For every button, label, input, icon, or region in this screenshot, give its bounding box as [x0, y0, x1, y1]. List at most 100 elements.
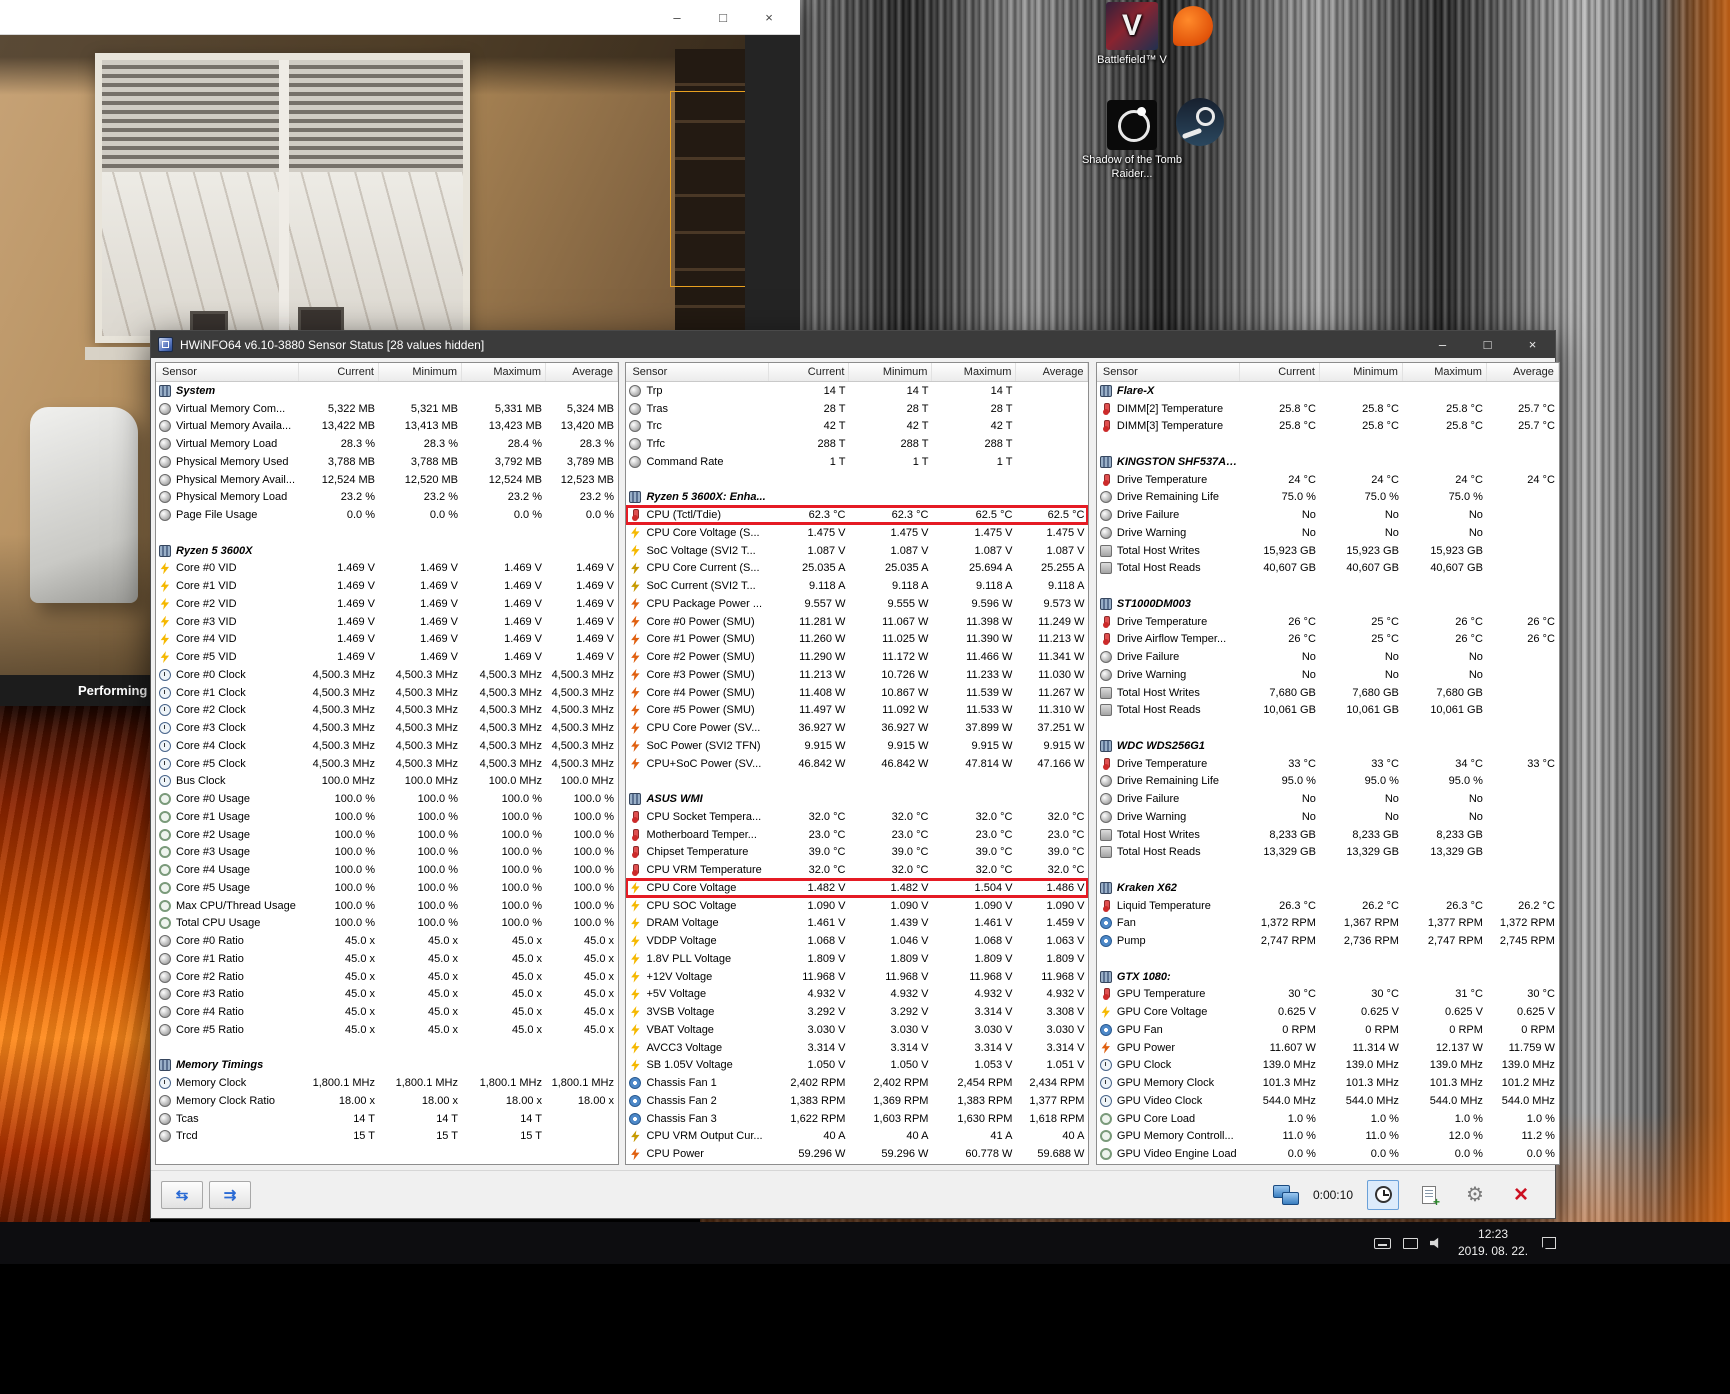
sensor-row[interactable]: Trcd 15 T 15 T 15 T: [156, 1128, 618, 1146]
column-header[interactable]: Sensor: [626, 363, 770, 381]
sensor-row[interactable]: Core #5 Clock 4,500.3 MHz 4,500.3 MHz 4,500…: [156, 755, 618, 773]
sensor-row[interactable]: Core #0 Usage 100.0 % 100.0 % 100.0 % 100.0 …: [156, 790, 618, 808]
sensor-row[interactable]: Core #1 Ratio 45.0 x 45.0 x 45.0 x 45.0 x: [156, 950, 618, 968]
sensor-row[interactable]: Virtual Memory Com... 5,322 MB 5,321 MB 5,3…: [156, 400, 618, 418]
sensor-row[interactable]: Core #5 Power (SMU) 11.497 W 11.092 W 11.53…: [626, 702, 1088, 720]
sensor-row[interactable]: Core #5 Usage 100.0 % 100.0 % 100.0 % 100.0 …: [156, 879, 618, 897]
sensor-row[interactable]: Total Host Writes 8,233 GB 8,233 GB 8,233 G…: [1097, 826, 1559, 844]
sensor-row[interactable]: Drive Temperature 26 °C 25 °C 26 °C 26 °C: [1097, 613, 1559, 631]
sensor-row[interactable]: GPU Fan 0 RPM 0 RPM 0 RPM 0 RPM: [1097, 1021, 1559, 1039]
sensor-row[interactable]: Virtual Memory Load 28.3 % 28.3 % 28.4 % 28.…: [156, 435, 618, 453]
sensor-row[interactable]: Command Rate 1 T 1 T 1 T: [626, 453, 1088, 471]
sensor-row[interactable]: Max CPU/Thread Usage 100.0 % 100.0 % 100.0 …: [156, 897, 618, 915]
sensor-row[interactable]: Drive Temperature 24 °C 24 °C 24 °C 24 °C: [1097, 471, 1559, 489]
sensor-row[interactable]: VDDP Voltage 1.068 V 1.046 V 1.068 V 1.063 V: [626, 932, 1088, 950]
sensor-row[interactable]: Core #5 VID 1.469 V 1.469 V 1.469 V 1.469 V: [156, 648, 618, 666]
sensor-row[interactable]: Core #2 Usage 100.0 % 100.0 % 100.0 % 100.0 …: [156, 826, 618, 844]
column-header[interactable]: Maximum: [932, 363, 1017, 381]
sensor-row[interactable]: Core #4 Usage 100.0 % 100.0 % 100.0 % 100.0 …: [156, 861, 618, 879]
column-header[interactable]: Minimum: [1320, 363, 1403, 381]
sensor-row[interactable]: DIMM[3] Temperature 25.8 °C 25.8 °C 25.8 °C…: [1097, 418, 1559, 436]
sensor-group-row[interactable]: Ryzen 5 3600X: [156, 542, 618, 560]
sensor-row[interactable]: Memory Clock Ratio 18.00 x 18.00 x 18.00 x 1…: [156, 1092, 618, 1110]
sensor-row[interactable]: SoC Power (SVI2 TFN) 9.915 W 9.915 W 9.915 …: [626, 737, 1088, 755]
column-header[interactable]: Minimum: [379, 363, 462, 381]
sensor-row[interactable]: Core #5 Ratio 45.0 x 45.0 x 45.0 x 45.0 x: [156, 1021, 618, 1039]
settings-button[interactable]: ⚙: [1459, 1180, 1491, 1210]
column-header[interactable]: Sensor: [1097, 363, 1240, 381]
column-header[interactable]: Maximum: [1403, 363, 1487, 381]
sensor-row[interactable]: Drive Failure No No No: [1097, 648, 1559, 666]
sensor-row[interactable]: Core #4 VID 1.469 V 1.469 V 1.469 V 1.469 V: [156, 631, 618, 649]
sensor-row[interactable]: Bus Clock 100.0 MHz 100.0 MHz 100.0 MHz 100.…: [156, 773, 618, 791]
taskbar-clock[interactable]: 12:23 2019. 08. 22.: [1458, 1226, 1528, 1261]
sensor-row[interactable]: Memory Clock 1,800.1 MHz 1,800.1 MHz 1,800.…: [156, 1074, 618, 1092]
sensor-row[interactable]: Drive Warning No No No: [1097, 808, 1559, 826]
sensor-row[interactable]: VBAT Voltage 3.030 V 3.030 V 3.030 V 3.030 V: [626, 1021, 1088, 1039]
sensor-row[interactable]: SB 1.05V Voltage 1.050 V 1.050 V 1.053 V 1.0…: [626, 1057, 1088, 1075]
sensor-row[interactable]: AVCC3 Voltage 3.314 V 3.314 V 3.314 V 3.314 …: [626, 1039, 1088, 1057]
sensor-row[interactable]: Physical Memory Used 3,788 MB 3,788 MB 3,79…: [156, 453, 618, 471]
sensor-row[interactable]: Motherboard Temper... 23.0 °C 23.0 °C 23.0 …: [626, 826, 1088, 844]
sensor-row[interactable]: Core #0 Clock 4,500.3 MHz 4,500.3 MHz 4,500…: [156, 666, 618, 684]
hwinfo-titlebar[interactable]: HWiNFO64 v6.10-3880 Sensor Status [28 va…: [151, 331, 1555, 358]
sensor-row[interactable]: Core #4 Clock 4,500.3 MHz 4,500.3 MHz 4,500…: [156, 737, 618, 755]
sensor-group-row[interactable]: ST1000DM003: [1097, 595, 1559, 613]
sensor-row[interactable]: Fan 1,372 RPM 1,367 RPM 1,377 RPM 1,372 RPM: [1097, 915, 1559, 933]
sensor-row[interactable]: CPU VRM Output Cur... 40 A 40 A 41 A 40 A: [626, 1128, 1088, 1146]
sensor-row[interactable]: Physical Memory Load 23.2 % 23.2 % 23.2 % 23…: [156, 489, 618, 507]
sensor-row[interactable]: Physical Memory Avail... 12,524 MB 12,520 …: [156, 471, 618, 489]
minimize-button[interactable]: –: [654, 0, 700, 35]
sensor-row[interactable]: DIMM[2] Temperature 25.8 °C 25.8 °C 25.8 °C…: [1097, 400, 1559, 418]
sensor-row[interactable]: CPU Core Power (SV... 36.927 W 36.927 W 37.…: [626, 719, 1088, 737]
sensor-row[interactable]: Core #1 Clock 4,500.3 MHz 4,500.3 MHz 4,500…: [156, 684, 618, 702]
sensor-row[interactable]: GPU Core Voltage 0.625 V 0.625 V 0.625 V 0.6…: [1097, 1003, 1559, 1021]
close-sensors-button[interactable]: ×: [1505, 1180, 1537, 1210]
desktop-icon-origin[interactable]: [1168, 6, 1218, 46]
sensor-row[interactable]: Core #2 VID 1.469 V 1.469 V 1.469 V 1.469 V: [156, 595, 618, 613]
sensor-row[interactable]: Core #2 Clock 4,500.3 MHz 4,500.3 MHz 4,500…: [156, 702, 618, 720]
sensor-row[interactable]: Core #0 Power (SMU) 11.281 W 11.067 W 11.39…: [626, 613, 1088, 631]
maximize-button[interactable]: □: [1465, 331, 1510, 358]
sensor-row[interactable]: Drive Warning No No No: [1097, 524, 1559, 542]
network-icon[interactable]: [1403, 1237, 1418, 1249]
sensor-row[interactable]: Core #2 Ratio 45.0 x 45.0 x 45.0 x 45.0 x: [156, 968, 618, 986]
sensor-group-row[interactable]: ASUS WMI: [626, 790, 1088, 808]
sensor-row[interactable]: Core #3 VID 1.469 V 1.469 V 1.469 V 1.469 V: [156, 613, 618, 631]
sensor-group-row[interactable]: Ryzen 5 3600X: Enha...: [626, 489, 1088, 507]
sensor-row[interactable]: GPU Core Load 1.0 % 1.0 % 1.0 % 1.0 %: [1097, 1110, 1559, 1128]
sensor-row[interactable]: Trfc 288 T 288 T 288 T: [626, 435, 1088, 453]
sensor-row[interactable]: CPU Package Power ... 9.557 W 9.555 W 9.596…: [626, 595, 1088, 613]
close-button[interactable]: ×: [1510, 331, 1555, 358]
sensor-row[interactable]: GPU Power 11.607 W 11.314 W 12.137 W 11.759 …: [1097, 1039, 1559, 1057]
sensor-row[interactable]: SoC Current (SVI2 T... 9.118 A 9.118 A 9.11…: [626, 577, 1088, 595]
nav-next-button[interactable]: ⇉: [209, 1180, 251, 1209]
sensor-group-row[interactable]: WDC WDS256G1: [1097, 737, 1559, 755]
sensor-row[interactable]: Total Host Writes 7,680 GB 7,680 GB 7,680 G…: [1097, 684, 1559, 702]
sensor-row[interactable]: Drive Failure No No No: [1097, 790, 1559, 808]
sensor-row[interactable]: CPU VRM Temperature 32.0 °C 32.0 °C 32.0 °C…: [626, 861, 1088, 879]
column-header[interactable]: Average: [1487, 363, 1559, 381]
column-header[interactable]: Average: [546, 363, 618, 381]
sensor-row[interactable]: GPU Memory Controll... 11.0 % 11.0 % 12.0 %…: [1097, 1128, 1559, 1146]
keyboard-layout-icon[interactable]: [1374, 1237, 1391, 1249]
column-header[interactable]: Current: [1240, 363, 1320, 381]
sensor-row[interactable]: Chassis Fan 1 2,402 RPM 2,402 RPM 2,454 RPM…: [626, 1074, 1088, 1092]
sensor-row[interactable]: CPU Power 59.296 W 59.296 W 60.778 W 59.688 …: [626, 1145, 1088, 1163]
sensor-row[interactable]: SoC Voltage (SVI2 T... 1.087 V 1.087 V 1.08…: [626, 542, 1088, 560]
sensor-row[interactable]: Page File Usage 0.0 % 0.0 % 0.0 % 0.0 %: [156, 506, 618, 524]
logging-clock-button[interactable]: [1367, 1179, 1399, 1210]
maximize-button[interactable]: □: [700, 0, 746, 35]
column-header[interactable]: Sensor: [156, 363, 299, 381]
action-center-icon[interactable]: [1542, 1237, 1557, 1249]
sensor-row[interactable]: Trp 14 T 14 T 14 T: [626, 382, 1088, 400]
column-header[interactable]: Minimum: [849, 363, 933, 381]
sensor-row[interactable]: Core #1 Power (SMU) 11.260 W 11.025 W 11.39…: [626, 631, 1088, 649]
sensor-row[interactable]: Core #1 Usage 100.0 % 100.0 % 100.0 % 100.0 …: [156, 808, 618, 826]
photo-window-titlebar[interactable]: – □ ×: [0, 0, 800, 35]
sensor-row[interactable]: Core #0 Ratio 45.0 x 45.0 x 45.0 x 45.0 x: [156, 932, 618, 950]
taskbar[interactable]: 12:23 2019. 08. 22.: [0, 1222, 1730, 1264]
sensor-row[interactable]: Drive Airflow Temper... 26 °C 25 °C 26 °C 26…: [1097, 631, 1559, 649]
sensor-row[interactable]: GPU Temperature 30 °C 30 °C 31 °C 30 °C: [1097, 986, 1559, 1004]
sensor-row[interactable]: CPU+SoC Power (SV... 46.842 W 46.842 W 47.8…: [626, 755, 1088, 773]
